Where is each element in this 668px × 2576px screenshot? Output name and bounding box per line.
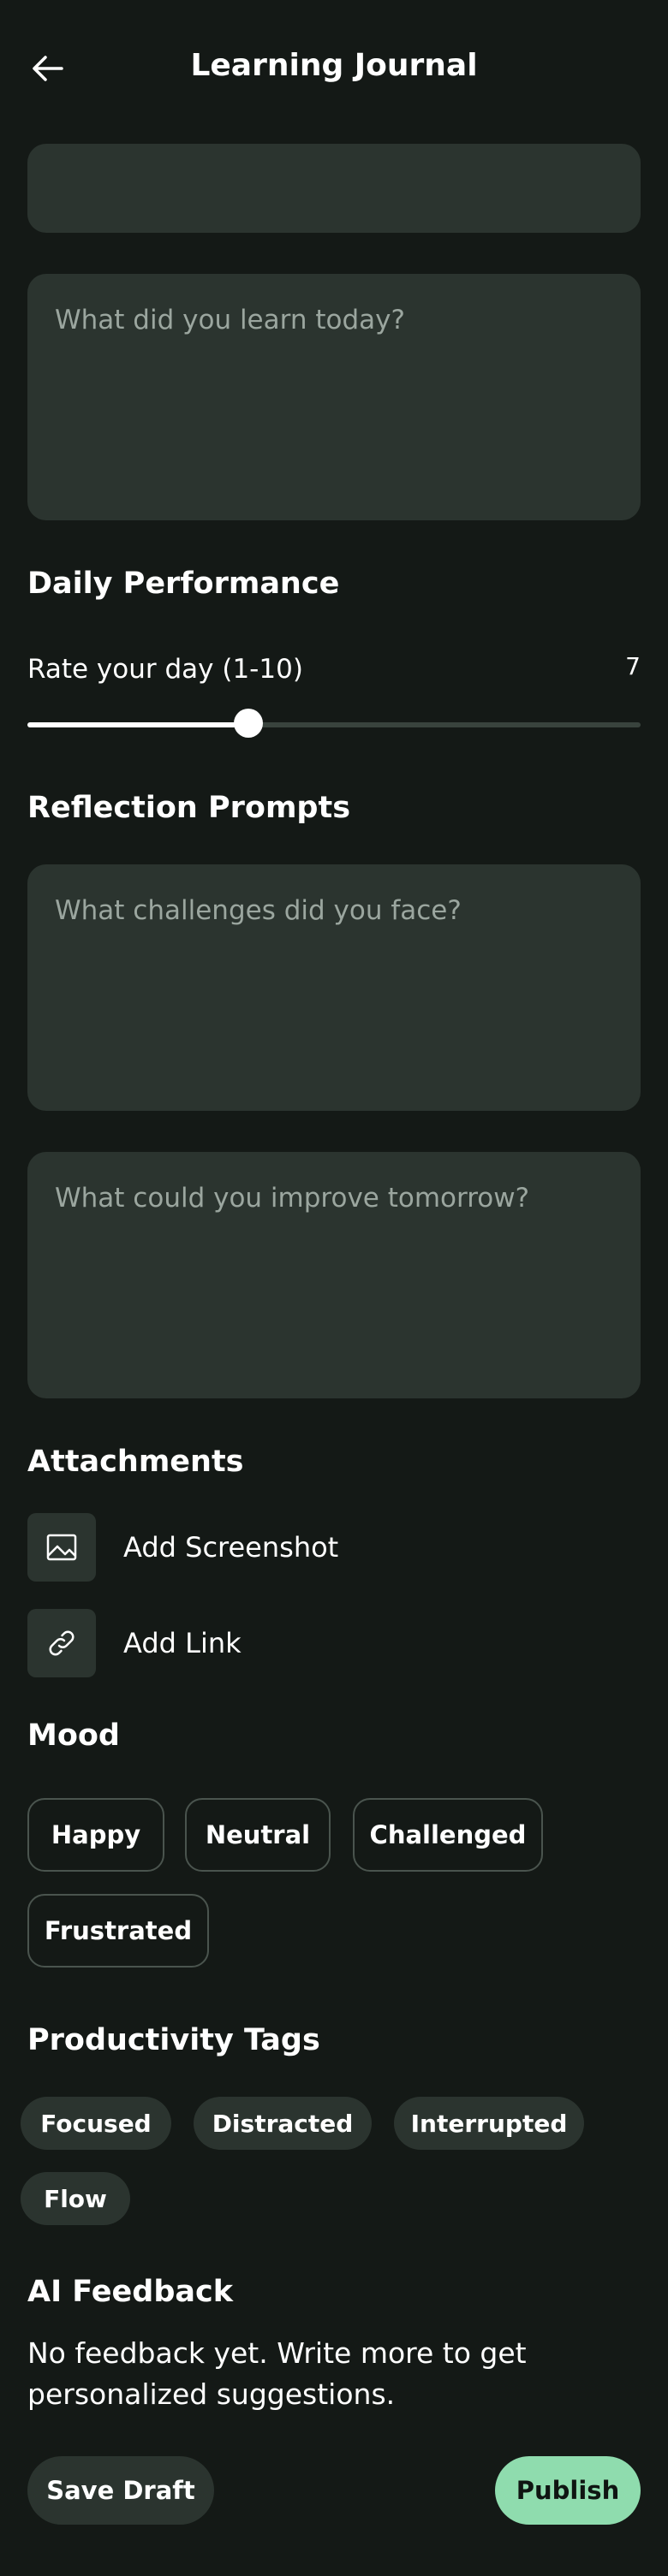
link-icon [49, 1630, 75, 1656]
rating-label: Rate your day (1-10) [27, 654, 303, 685]
rating-slider-thumb[interactable] [233, 709, 263, 738]
image-icon [46, 1534, 77, 1561]
improve-textarea[interactable]: What could you improve tomorrow? [27, 1152, 641, 1398]
daily-performance-heading: Daily Performance [27, 567, 340, 601]
page-title: Learning Journal [190, 48, 478, 83]
reflection-prompts-heading: Reflection Prompts [27, 791, 351, 825]
add-link-label[interactable]: Add Link [123, 1627, 242, 1659]
productivity-tags-heading: Productivity Tags [27, 2023, 320, 2057]
learning-textarea[interactable]: What did you learn today? [27, 274, 641, 520]
ai-feedback-heading: AI Feedback [27, 2275, 234, 2309]
mood-chip-frustrated[interactable]: Frustrated [27, 1894, 209, 1968]
rating-value: 7 [625, 652, 641, 680]
mood-chip-challenged[interactable]: Challenged [353, 1798, 543, 1872]
save-draft-button[interactable]: Save Draft [27, 2456, 214, 2525]
add-screenshot-label[interactable]: Add Screenshot [123, 1531, 338, 1564]
tag-flow[interactable]: Flow [21, 2172, 130, 2225]
challenges-placeholder: What challenges did you face? [55, 895, 462, 926]
challenges-textarea[interactable]: What challenges did you face? [27, 864, 641, 1111]
publish-button[interactable]: Publish [495, 2456, 641, 2525]
learning-placeholder: What did you learn today? [55, 305, 405, 335]
tag-focused[interactable]: Focused [21, 2097, 171, 2150]
rating-slider-fill [27, 722, 248, 727]
ai-feedback-message: No feedback yet. Write more to get perso… [27, 2336, 527, 2411]
improve-placeholder: What could you improve tomorrow? [55, 1183, 530, 1214]
tag-interrupted[interactable]: Interrupted [394, 2097, 584, 2150]
add-screenshot-button[interactable] [27, 1513, 96, 1582]
tag-distracted[interactable]: Distracted [194, 2097, 372, 2150]
mood-heading: Mood [27, 1718, 120, 1753]
attachments-heading: Attachments [27, 1445, 244, 1479]
mood-chip-neutral[interactable]: Neutral [185, 1798, 331, 1872]
mood-chip-happy[interactable]: Happy [27, 1798, 164, 1872]
add-link-button[interactable] [27, 1609, 96, 1677]
entry-title-input[interactable] [27, 144, 641, 233]
